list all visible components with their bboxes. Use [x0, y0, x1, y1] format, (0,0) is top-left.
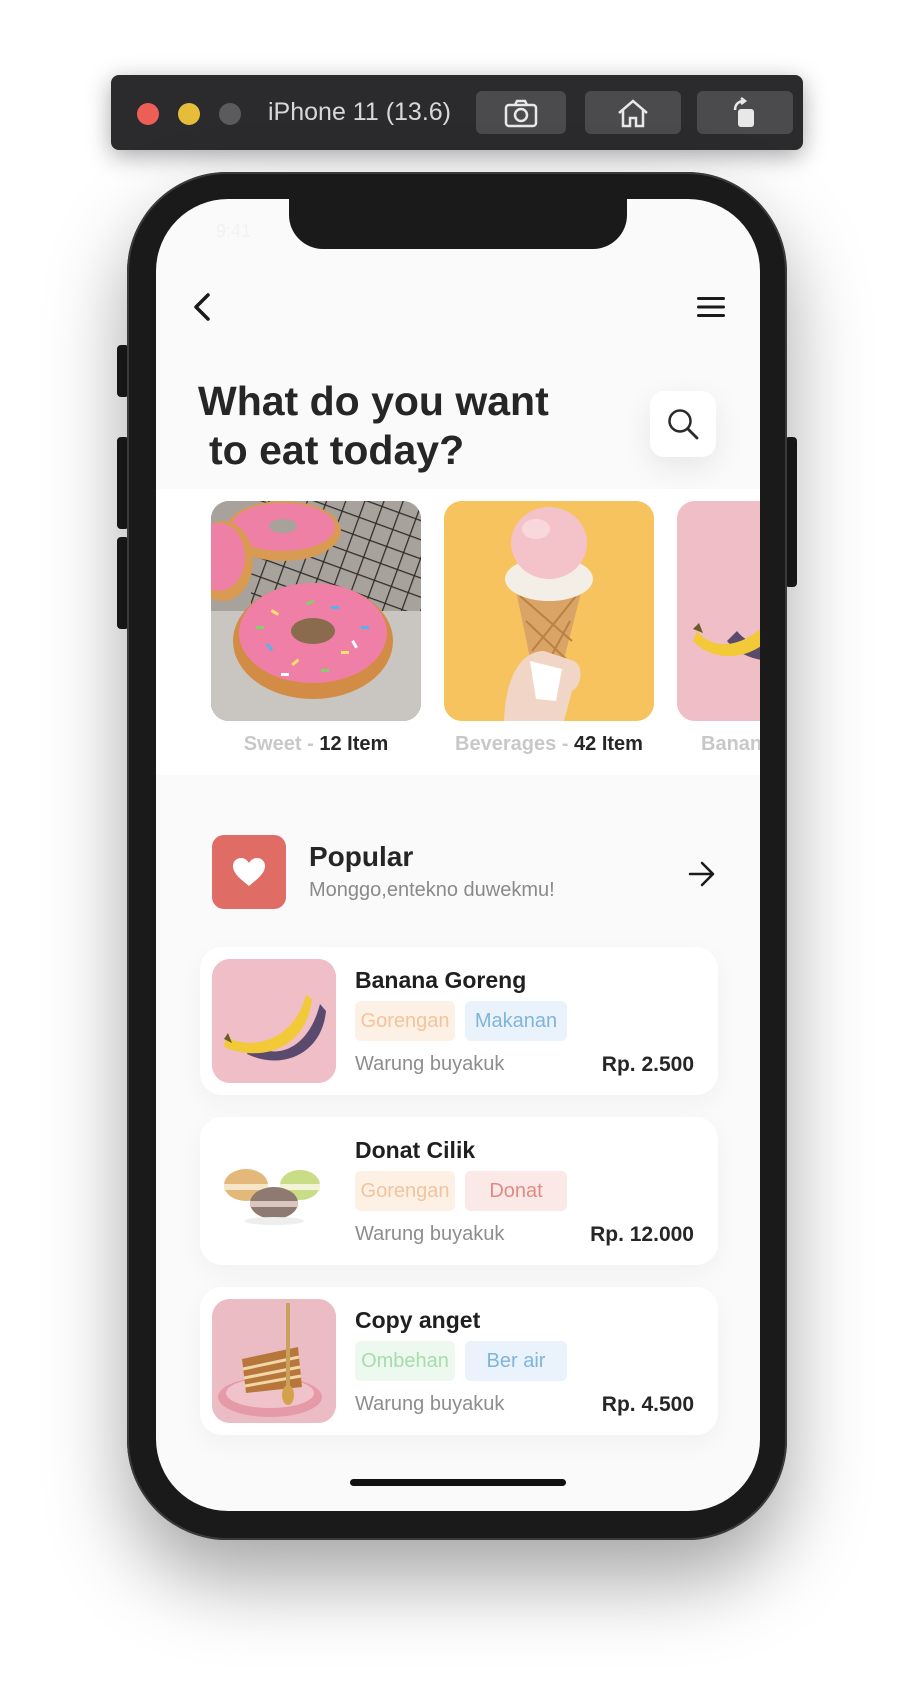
page-title: What do you want to eat today?: [198, 377, 598, 475]
food-image-banana: [212, 959, 336, 1083]
notch: [289, 199, 627, 249]
category-name: Banan: [701, 733, 760, 755]
minimize-window-button[interactable]: [178, 103, 200, 125]
heart-icon: [233, 858, 265, 886]
popular-title: Popular: [309, 841, 414, 872]
home-indicator[interactable]: [350, 1479, 566, 1486]
category-name: Sweet: [243, 733, 302, 755]
popular-subtitle: Monggo,entekno duwekmu!: [309, 879, 555, 901]
food-price: Rp. 4.500: [601, 1393, 694, 1416]
category-name: Beverages: [455, 733, 557, 755]
rotate-icon: [733, 96, 754, 127]
food-shop: Warung buyakuk: [355, 1053, 505, 1075]
food-tag[interactable]: Makanan: [465, 1001, 567, 1041]
category-label-sweet: Sweet - 12 Item: [243, 733, 389, 755]
close-window-button[interactable]: [137, 103, 159, 125]
search-icon: [668, 409, 699, 440]
back-button[interactable]: [182, 287, 222, 327]
food-card-copy-anget[interactable]: Copy anget Ombehan Ber air Warung buyaku…: [200, 1287, 718, 1435]
arrow-right-icon: [688, 861, 715, 887]
popular-badge: [212, 835, 286, 909]
food-shop: Warung buyakuk: [355, 1223, 505, 1245]
category-label-banana: Banan: [677, 733, 760, 756]
hamburger-menu-icon: [697, 297, 725, 317]
food-image-cake: [212, 1299, 336, 1423]
category-card-beverages[interactable]: Beverages - 42 Item: [444, 501, 654, 756]
food-price: Rp. 2.500: [601, 1053, 694, 1076]
category-card-sweet[interactable]: Sweet - 12 Item: [211, 501, 421, 756]
search-button[interactable]: [650, 391, 716, 457]
category-count: 12 Item: [319, 733, 389, 755]
food-card-banana-goreng[interactable]: Banana Goreng Gorengan Makanan Warung bu…: [200, 947, 718, 1095]
rotate-button[interactable]: [697, 91, 793, 134]
category-image-ice-cream: [444, 501, 654, 721]
category-image-banana: [677, 501, 760, 721]
food-price: Rp. 12.000: [590, 1223, 694, 1246]
simulator-title: iPhone 11 (13.6): [268, 98, 451, 126]
food-name: Copy anget: [355, 1307, 481, 1333]
food-tag[interactable]: Ber air: [465, 1341, 567, 1381]
food-image-macarons: [212, 1129, 336, 1253]
food-name: Donat Cilik: [355, 1137, 476, 1163]
app-screen: 9:41 What do you want to eat today? Swee…: [156, 199, 760, 1511]
category-card-banana[interactable]: Banan: [677, 501, 760, 756]
status-time: 9:41: [216, 221, 252, 241]
category-carousel[interactable]: Sweet - 12 Item Beverages - 42 Item Bana…: [156, 489, 760, 775]
page-title-line1: What do you want: [198, 378, 549, 424]
food-shop: Warung buyakuk: [355, 1393, 505, 1415]
home-button[interactable]: [585, 91, 681, 134]
food-tag[interactable]: Donat: [465, 1171, 567, 1211]
food-tag[interactable]: Gorengan: [355, 1001, 455, 1041]
page-title-line2: to eat today?: [209, 427, 465, 473]
simulator-toolbar: iPhone 11 (13.6): [111, 75, 803, 150]
screenshot-button[interactable]: [476, 91, 566, 134]
camera-icon: [504, 99, 538, 127]
food-tag[interactable]: Ombehan: [355, 1341, 455, 1381]
chevron-left-icon: [194, 293, 210, 321]
food-card-donat-cilik[interactable]: Donat Cilik Gorengan Donat Warung buyaku…: [200, 1117, 718, 1265]
popular-see-all-button[interactable]: [687, 859, 717, 889]
menu-button[interactable]: [691, 289, 731, 325]
zoom-window-button[interactable]: [219, 103, 241, 125]
category-count: 42 Item: [574, 733, 643, 755]
home-icon: [618, 98, 648, 127]
category-label-beverages: Beverages - 42 Item: [455, 733, 643, 755]
food-tag[interactable]: Gorengan: [355, 1171, 455, 1211]
category-image-donut: [211, 501, 421, 721]
food-name: Banana Goreng: [355, 967, 527, 993]
